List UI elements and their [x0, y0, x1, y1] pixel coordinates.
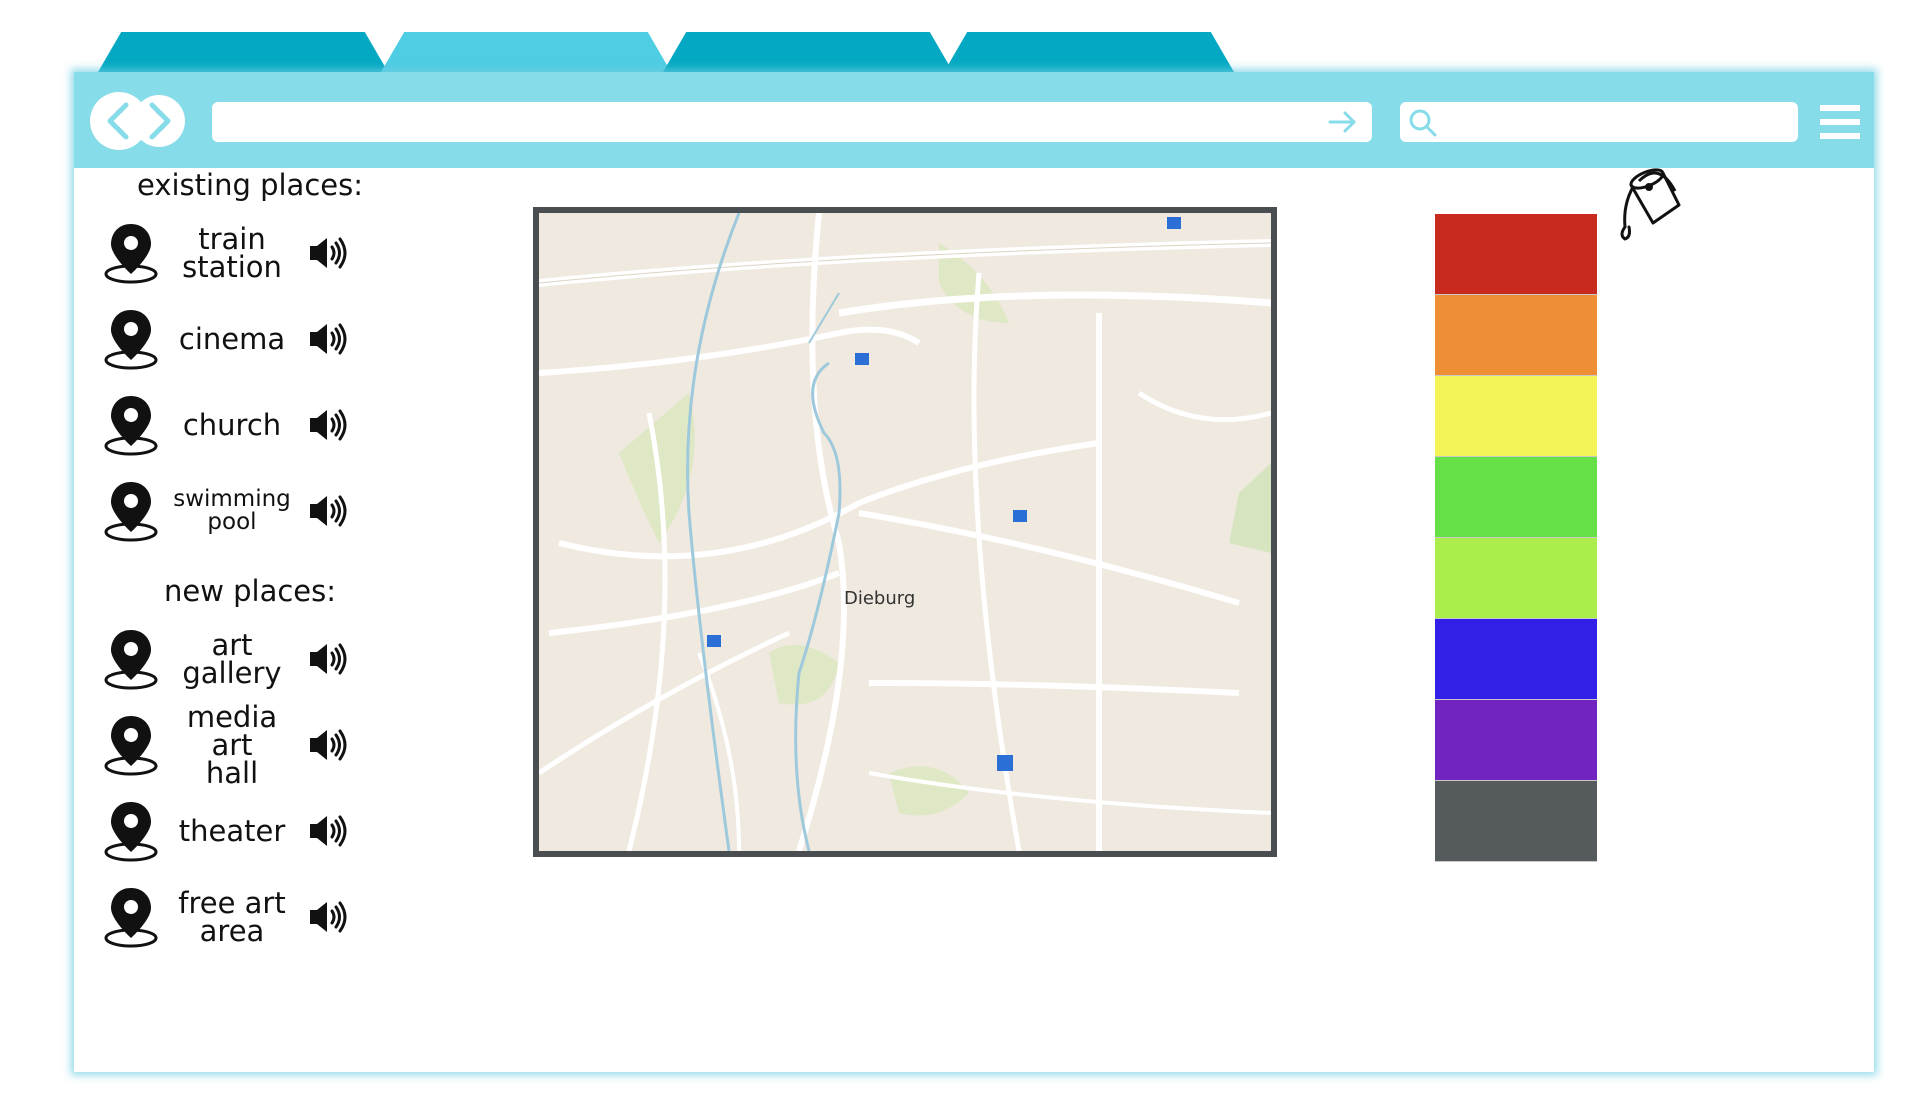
go-arrow-icon[interactable]: [1328, 110, 1358, 134]
map-pin-icon[interactable]: [100, 712, 162, 778]
map-pin-icon[interactable]: [100, 392, 162, 458]
place-item[interactable]: swimming pool: [100, 468, 460, 554]
place-label-line2: pool: [207, 509, 257, 535]
place-label-line2: gallery: [182, 656, 282, 690]
places-sidebar: existing places: train station cinema churc…: [100, 160, 460, 960]
place-item[interactable]: theater: [100, 788, 460, 874]
url-input[interactable]: [212, 102, 1372, 142]
place-label: art gallery: [162, 628, 302, 690]
place-label: media art hall: [162, 700, 302, 790]
place-label-line2: station: [182, 250, 282, 284]
nav-buttons: [88, 90, 188, 152]
browser-tab-3[interactable]: [663, 32, 953, 72]
map-pin-icon[interactable]: [100, 626, 162, 692]
hamburger-menu-icon[interactable]: [1818, 102, 1862, 142]
place-item[interactable]: church: [100, 382, 460, 468]
color-swatch[interactable]: [1435, 619, 1597, 700]
forward-button-icon[interactable]: [133, 95, 185, 147]
place-label-line1: church: [182, 408, 282, 442]
color-swatch[interactable]: [1435, 700, 1597, 781]
color-swatch[interactable]: [1435, 376, 1597, 457]
map-pin-icon[interactable]: [100, 306, 162, 372]
speaker-icon[interactable]: [308, 813, 350, 849]
place-label: free art area: [162, 886, 302, 948]
map-pin-icon[interactable]: [100, 884, 162, 950]
map-pin-icon[interactable]: [100, 798, 162, 864]
new-places-list: art gallery media art hall theater free art ar…: [100, 616, 460, 960]
browser-toolbar: [74, 72, 1874, 168]
map-city-label: Dieburg: [844, 588, 916, 609]
speaker-icon[interactable]: [308, 235, 350, 271]
place-label: train station: [162, 222, 302, 284]
speaker-icon[interactable]: [308, 641, 350, 677]
color-swatch[interactable]: [1435, 214, 1597, 295]
place-label: swimming pool: [162, 488, 302, 534]
browser-tab-4[interactable]: [944, 32, 1234, 72]
place-item[interactable]: train station: [100, 210, 460, 296]
map-pin-icon[interactable]: [100, 220, 162, 286]
existing-places-list: train station cinema church swimming pool: [100, 210, 460, 554]
color-palette: [1435, 214, 1597, 862]
speaker-icon[interactable]: [308, 321, 350, 357]
color-swatch[interactable]: [1435, 781, 1597, 862]
map-streets: [539, 213, 1271, 851]
place-label: cinema: [162, 322, 302, 356]
new-places-title: new places:: [163, 574, 337, 608]
paint-bucket-icon[interactable]: [1613, 165, 1685, 245]
speaker-icon[interactable]: [308, 493, 350, 529]
browser-tab-2[interactable]: [381, 32, 671, 72]
place-label-line1: cinema: [178, 322, 286, 356]
place-item[interactable]: art gallery: [100, 616, 460, 702]
place-label-line1: swimming: [173, 486, 291, 512]
browser-tab-1[interactable]: [98, 32, 388, 72]
place-label-line2: hall: [205, 756, 259, 790]
color-swatch[interactable]: [1435, 295, 1597, 376]
place-label-line2: area: [199, 914, 265, 948]
search-icon: [1409, 109, 1437, 137]
place-label-line1: free art: [178, 886, 286, 920]
place-label: theater: [162, 814, 302, 848]
map-view[interactable]: Dieburg: [533, 207, 1277, 857]
place-label-line1: train: [198, 222, 266, 256]
color-swatch[interactable]: [1435, 457, 1597, 538]
speaker-icon[interactable]: [308, 727, 350, 763]
place-label: church: [162, 408, 302, 442]
place-item[interactable]: cinema: [100, 296, 460, 382]
place-item[interactable]: free art area: [100, 874, 460, 960]
speaker-icon[interactable]: [308, 407, 350, 443]
color-swatch[interactable]: [1435, 538, 1597, 619]
place-label-line1: media art: [186, 700, 278, 762]
existing-places-title: existing places:: [137, 168, 363, 202]
place-label-line1: art: [211, 628, 253, 662]
speaker-icon[interactable]: [308, 899, 350, 935]
search-input[interactable]: [1400, 102, 1798, 142]
map-pin-icon[interactable]: [100, 478, 162, 544]
place-item[interactable]: media art hall: [100, 702, 460, 788]
place-label-line1: theater: [178, 814, 286, 848]
